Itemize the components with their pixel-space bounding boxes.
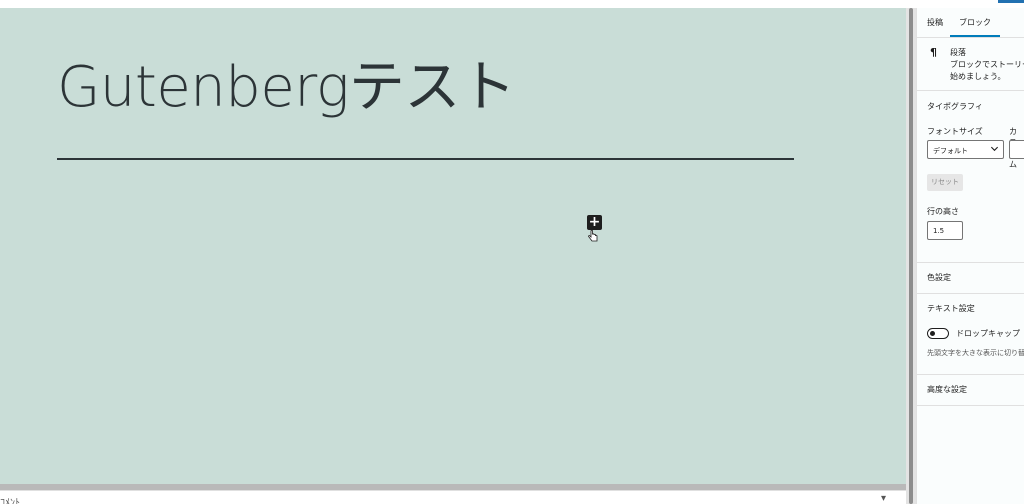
panel-divider [917, 262, 1024, 263]
vertical-scrollbar[interactable] [906, 8, 916, 504]
drop-cap-help: 先頭文字を大きな表示に切り替えます。 [927, 349, 1024, 357]
color-panel-title[interactable]: 色設定 [927, 272, 951, 283]
meta-box-label: ｺﾒﾝﾄ [0, 498, 20, 504]
panel-divider [917, 293, 1024, 294]
block-name: 段落 [950, 48, 966, 57]
font-size-label: フォントサイズ [927, 127, 983, 136]
block-inserter-button[interactable]: + [587, 215, 602, 230]
line-height-value: 1.5 [933, 227, 945, 235]
editor-canvas[interactable]: Gutenbergテスト + [0, 8, 906, 484]
chevron-down-icon[interactable]: ▾ [881, 493, 886, 504]
block-description: ブロックでストーリーを始めましょう。 [950, 60, 1024, 81]
meta-box-bar[interactable]: ｺﾒﾝﾄ ▾ [0, 490, 906, 504]
panel-divider [917, 405, 1024, 406]
typography-panel-title[interactable]: タイポグラフィ [927, 101, 983, 112]
sidebar-tabs: 投稿 ブロック [917, 8, 1024, 38]
reset-button[interactable]: リセット [927, 174, 963, 191]
settings-sidebar: 投稿 ブロック ¶ 段落 ブロックでストーリーを始めましょう。 タイポグラフィ … [916, 8, 1024, 504]
separator-block[interactable] [57, 158, 794, 160]
drop-cap-label: ドロップキャップ [956, 329, 1020, 338]
panel-divider [917, 374, 1024, 375]
tab-block[interactable]: ブロック [959, 17, 991, 28]
post-title[interactable]: Gutenbergテスト [57, 52, 516, 124]
tab-post[interactable]: 投稿 [927, 17, 943, 28]
line-height-label: 行の高さ [927, 207, 959, 216]
drop-cap-toggle[interactable] [927, 328, 949, 339]
top-accent [998, 0, 1024, 3]
text-settings-title[interactable]: テキスト設定 [927, 303, 975, 314]
top-strip [0, 0, 1024, 8]
advanced-panel-title[interactable]: 高度な設定 [927, 384, 967, 395]
custom-size-input[interactable] [1009, 140, 1024, 159]
block-card: ¶ 段落 ブロックでストーリーを始めましょう。 [917, 38, 1024, 91]
hand-cursor-icon [588, 230, 598, 242]
line-height-input[interactable]: 1.5 [927, 221, 963, 240]
toggle-knob [930, 331, 935, 336]
active-tab-indicator [950, 35, 1000, 37]
font-size-value: デフォルト [933, 147, 968, 155]
chevron-down-icon [990, 146, 999, 152]
paragraph-icon: ¶ [930, 46, 937, 59]
font-size-select[interactable]: デフォルト [927, 140, 1004, 159]
scrollbar-thumb[interactable] [909, 8, 913, 504]
